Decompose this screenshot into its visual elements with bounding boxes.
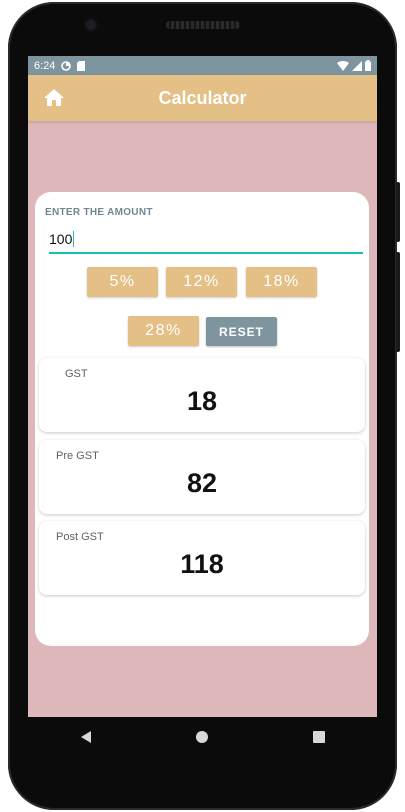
app-screen: 6:24 Calculator ENTER THE AMOUNT 100 5% … [28, 56, 377, 717]
gst-result-card: GST 18 [39, 358, 365, 432]
power-button [396, 182, 400, 242]
home-icon[interactable] [42, 86, 66, 110]
status-time: 6:24 [34, 59, 56, 72]
amount-input[interactable] [49, 226, 363, 254]
app-title: Calculator [158, 87, 247, 108]
rate-28-button[interactable]: 28% [128, 316, 199, 346]
front-camera [86, 20, 96, 30]
sd-card-icon [77, 60, 86, 71]
rate-18-button[interactable]: 18% [246, 267, 317, 297]
gst-value: 18 [186, 386, 218, 416]
calculator-card: ENTER THE AMOUNT 5% 12% 18% 28% RESET GS… [35, 192, 369, 646]
app-bar: Calculator [28, 75, 377, 121]
rate-12-button[interactable]: 12% [166, 267, 237, 297]
rate-5-button[interactable]: 5% [87, 267, 158, 297]
data-saver-icon [61, 60, 72, 71]
earpiece-speaker [166, 21, 240, 29]
gst-label: GST [65, 368, 88, 380]
wifi-icon [337, 60, 349, 71]
home-circle-icon[interactable] [182, 717, 222, 757]
system-nav-bar [28, 717, 377, 757]
post-gst-result-card: Post GST 118 [39, 521, 365, 595]
pre-gst-label: Pre GST [56, 450, 99, 462]
reset-button[interactable]: RESET [206, 317, 277, 346]
battery-icon [365, 60, 371, 71]
amount-label: ENTER THE AMOUNT [45, 207, 153, 218]
cell-signal-icon [352, 60, 362, 71]
text-cursor [73, 231, 74, 247]
pre-gst-value: 82 [186, 468, 218, 498]
pre-gst-result-card: Pre GST 82 [39, 440, 365, 514]
post-gst-label: Post GST [56, 531, 104, 543]
status-bar: 6:24 [28, 56, 377, 75]
volume-button [396, 252, 400, 352]
recents-square-icon[interactable] [299, 717, 339, 757]
back-triangle-icon[interactable] [66, 717, 106, 757]
post-gst-value: 118 [180, 549, 224, 579]
